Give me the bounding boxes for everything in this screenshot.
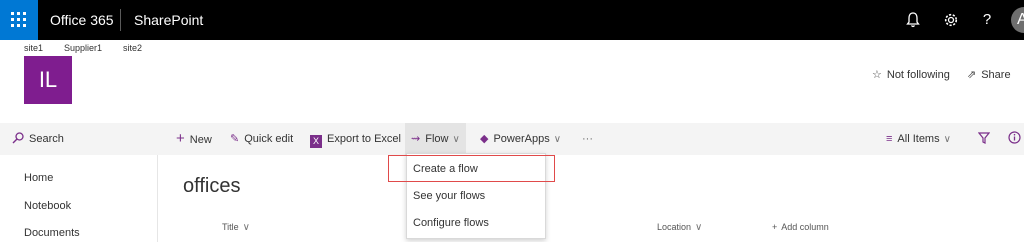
info-button[interactable]: [1008, 123, 1021, 155]
plus-icon: +: [176, 130, 185, 147]
waffle-icon: [11, 12, 27, 28]
powerapps-label: PowerApps: [493, 133, 550, 145]
menu-item-configure-flows[interactable]: Configure flows: [413, 210, 489, 236]
follow-label: Not following: [886, 69, 950, 81]
chevron-down-icon: ∨: [553, 134, 562, 145]
gear-icon: [944, 13, 958, 27]
powerapps-button[interactable]: ◆ PowerApps ∨: [480, 123, 561, 155]
chevron-down-icon: ∨: [695, 222, 703, 233]
nav-item-documents[interactable]: Documents: [24, 227, 80, 239]
powerapps-icon: ◆: [480, 133, 489, 145]
bell-icon: [906, 12, 920, 28]
page-title: offices: [183, 175, 241, 197]
column-header-title[interactable]: Title ∨: [222, 222, 250, 233]
plus-icon: +: [772, 222, 778, 232]
office365-link[interactable]: Office 365: [50, 12, 114, 28]
search-input[interactable]: Search: [29, 133, 64, 145]
help-button[interactable]: ?: [977, 9, 997, 31]
share-button[interactable]: ⇗ Share: [967, 68, 1011, 81]
add-column-label: Add column: [781, 222, 829, 232]
new-button[interactable]: + New: [176, 123, 212, 155]
chevron-down-icon: ∨: [943, 134, 951, 145]
follow-button[interactable]: ☆ Not following: [872, 68, 950, 81]
help-icon: ?: [982, 11, 992, 28]
view-label: All Items: [897, 133, 940, 145]
site-link-supplier1[interactable]: Supplier1: [64, 43, 102, 53]
site-logo[interactable]: IL: [24, 56, 72, 104]
menu-item-see-your-flows[interactable]: See your flows: [413, 183, 485, 209]
star-icon: ☆: [872, 69, 882, 81]
search-icon: [12, 132, 24, 144]
flow-button[interactable]: ⇝ Flow ∨: [405, 123, 466, 155]
quick-edit-button[interactable]: ✎ Quick edit: [230, 123, 293, 155]
highlight-box: [388, 155, 555, 182]
info-icon: [1008, 131, 1021, 144]
nav-item-notebook[interactable]: Notebook: [24, 200, 71, 212]
column-title-label: Title: [222, 222, 239, 232]
flow-label: Flow: [425, 133, 449, 145]
view-selector[interactable]: ≡ All Items ∨: [886, 123, 951, 155]
chevron-down-icon: ∨: [242, 222, 250, 233]
add-column-button[interactable]: + Add column: [772, 222, 829, 232]
pencil-icon: ✎: [230, 133, 240, 145]
share-icon: ⇗: [967, 69, 977, 81]
nav-item-home[interactable]: Home: [24, 172, 53, 184]
site-link-site2[interactable]: site2: [123, 43, 142, 53]
suite-divider: [120, 9, 121, 31]
column-location-label: Location: [657, 222, 692, 232]
search-box[interactable]: Search: [12, 123, 64, 155]
excel-icon: X: [310, 135, 322, 148]
column-header-location[interactable]: Location ∨: [657, 222, 702, 233]
filter-icon: [977, 132, 991, 144]
sharepoint-link[interactable]: SharePoint: [134, 12, 203, 28]
quick-edit-label: Quick edit: [244, 133, 294, 145]
share-label: Share: [981, 69, 1011, 81]
chevron-down-icon: ∨: [452, 134, 460, 145]
settings-button[interactable]: [941, 9, 961, 31]
view-list-icon: ≡: [886, 133, 893, 145]
export-label: Export to Excel: [327, 133, 401, 145]
new-label: New: [189, 134, 212, 146]
filter-button[interactable]: [977, 123, 991, 155]
export-to-excel-button[interactable]: X Export to Excel: [310, 123, 401, 155]
site-link-site1[interactable]: site1: [24, 43, 43, 53]
app-launcher-button[interactable]: [0, 0, 38, 40]
flow-icon: ⇝: [411, 133, 421, 145]
notifications-button[interactable]: [903, 9, 923, 31]
more-button[interactable]: ···: [582, 123, 593, 155]
